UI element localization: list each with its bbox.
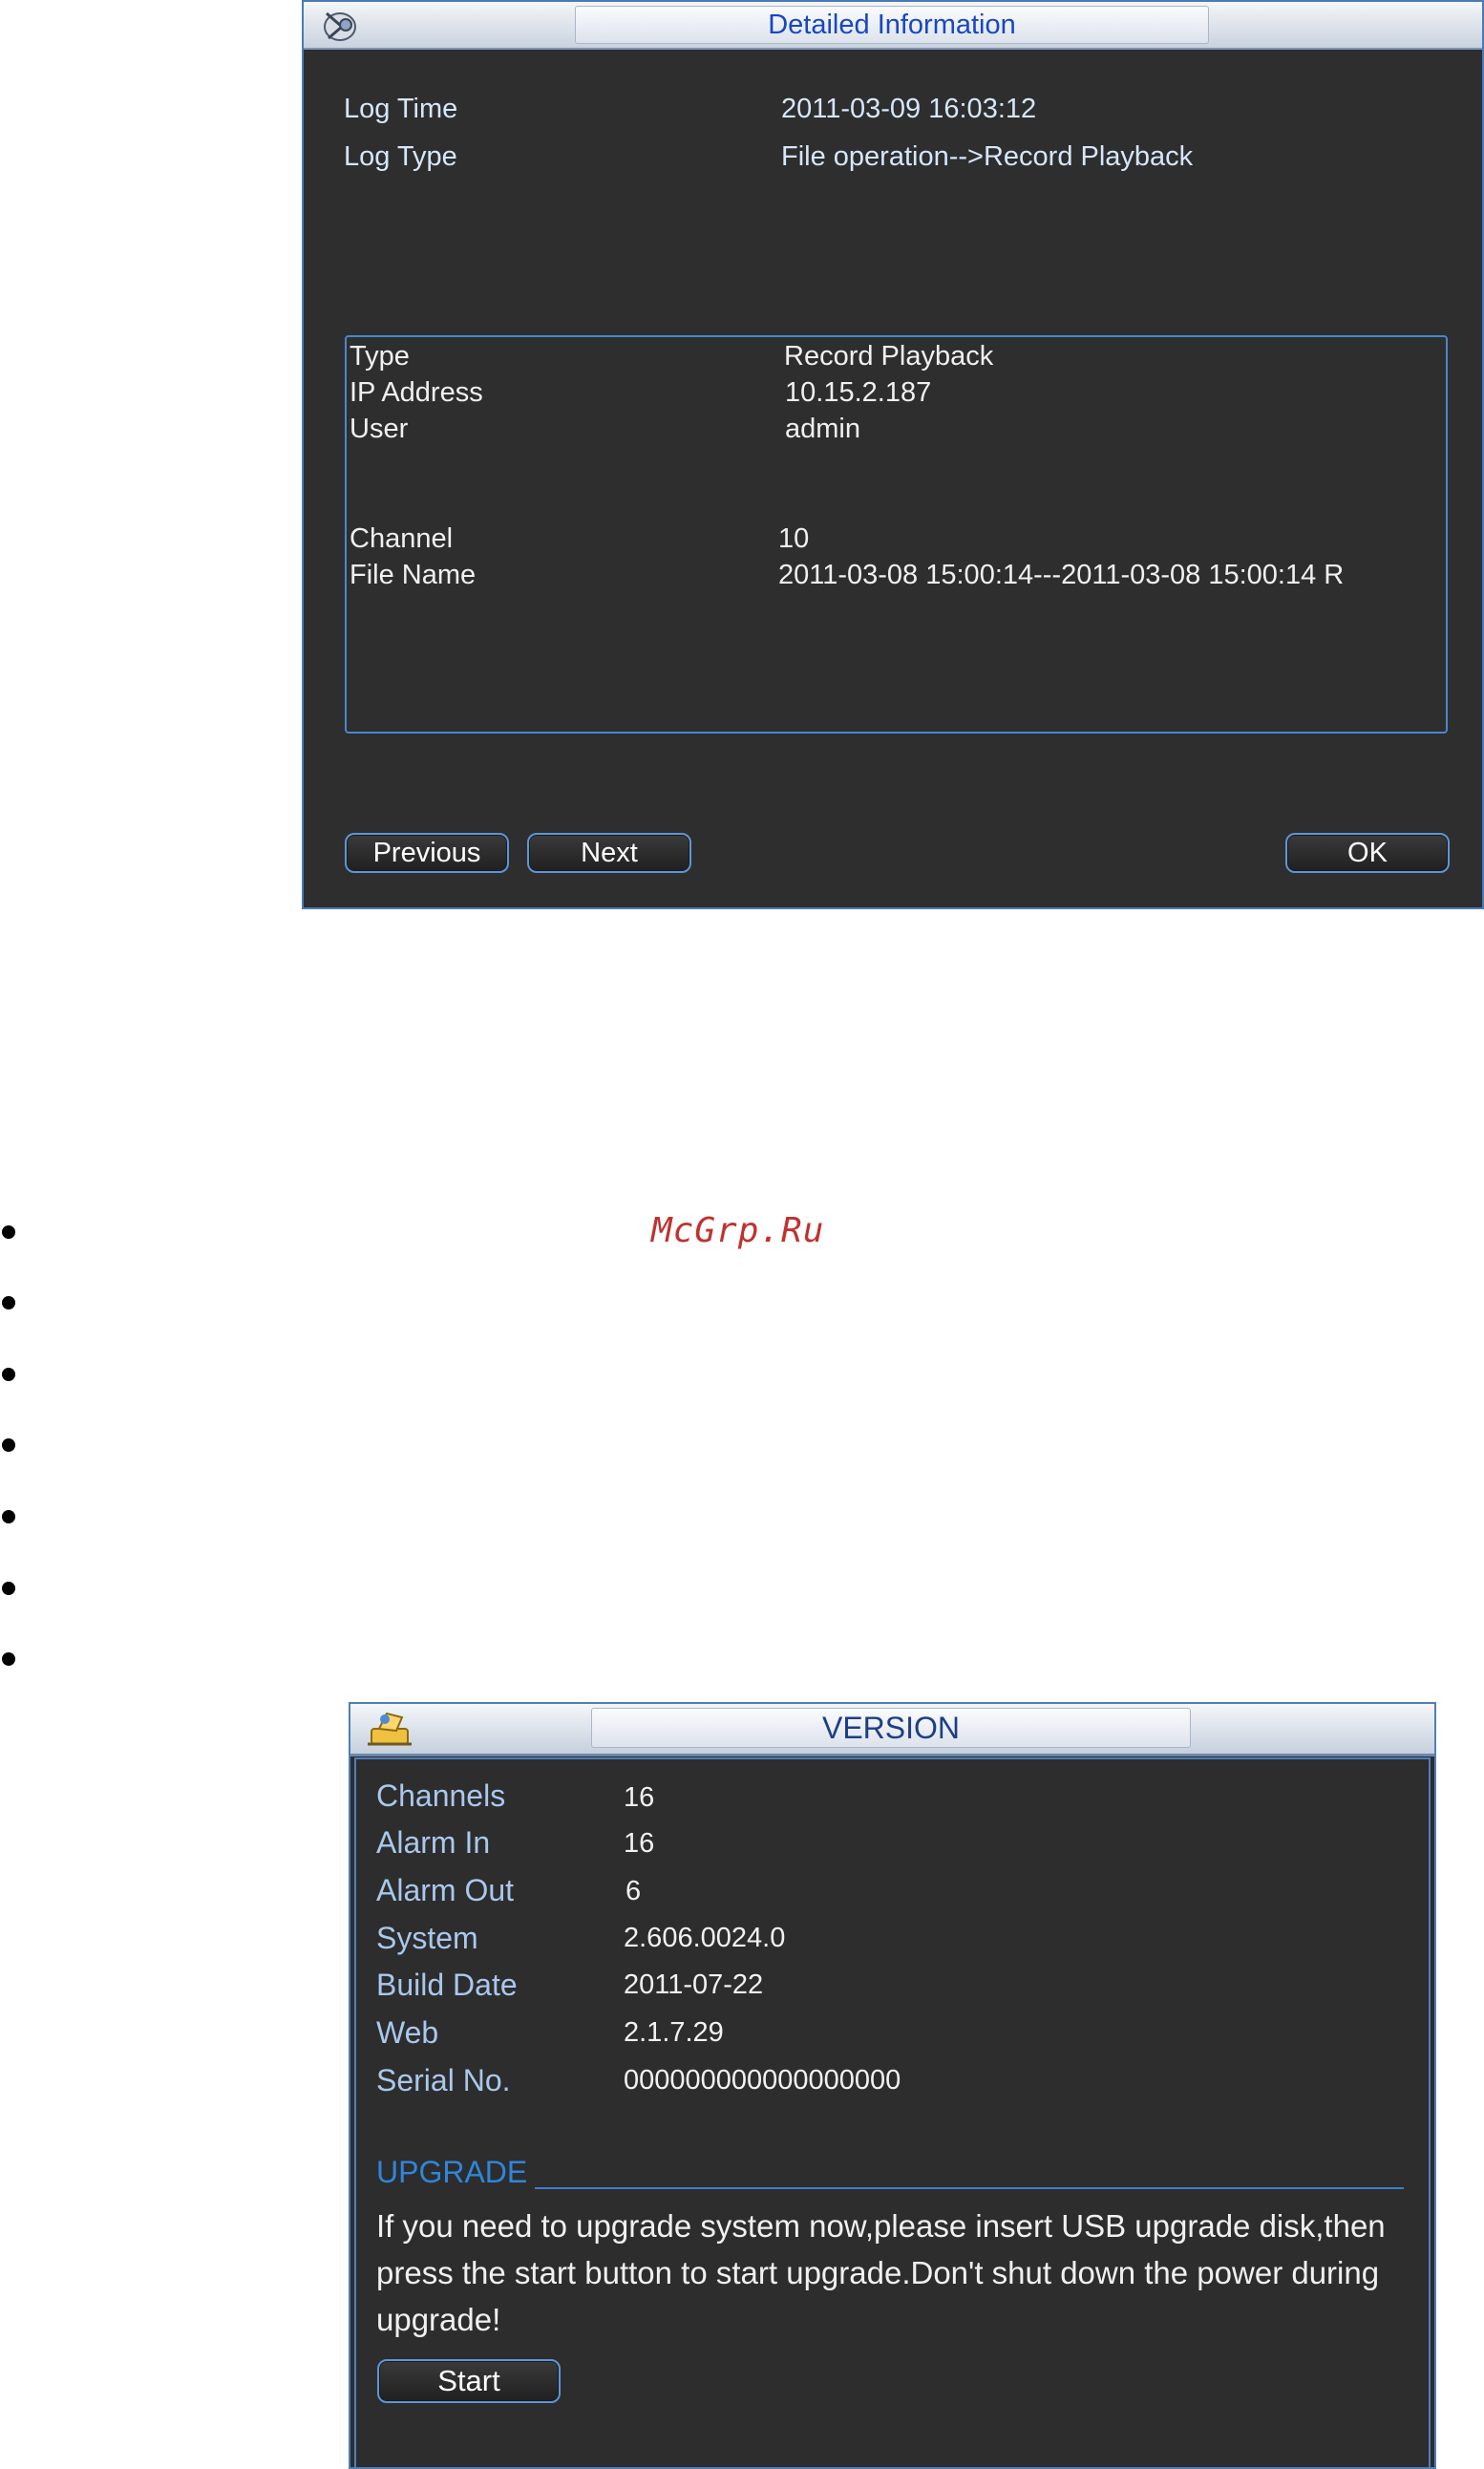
bullet-point	[2, 1510, 15, 1523]
channels-value: 16	[624, 1782, 655, 1813]
alarm-in-value: 16	[624, 1828, 655, 1859]
upgrade-instructions: If you need to upgrade system now,please…	[376, 2208, 1386, 2337]
file-name-label: File Name	[350, 560, 477, 590]
type-value: Record Playback	[784, 341, 994, 372]
file-name-value: 2011-03-08 15:00:14---2011-03-08 15:00:1…	[778, 560, 1345, 590]
bullet-point	[2, 1438, 15, 1452]
bullet-point	[2, 1296, 15, 1309]
log-type-label: Log Type	[344, 141, 457, 172]
bullet-point	[2, 1368, 15, 1381]
version-dialog: VERSION Channels 16 Alarm In 16 Alarm Ou…	[349, 1702, 1436, 2469]
build-date-label: Build Date	[376, 1968, 518, 2002]
next-button[interactable]: Next	[527, 833, 691, 873]
log-info-icon	[324, 11, 356, 41]
alarm-in-label: Alarm In	[376, 1825, 491, 1860]
start-upgrade-button[interactable]: Start	[377, 2359, 561, 2403]
alarm-out-value: 6	[625, 1876, 642, 1906]
dialog-title: VERSION	[591, 1708, 1191, 1748]
log-time-label: Log Time	[344, 94, 458, 124]
channel-label: Channel	[350, 523, 454, 554]
web-label: Web	[376, 2015, 439, 2050]
dialog-title-bar: Detailed Information	[304, 2, 1482, 50]
dialog-title-bar: VERSION	[350, 1704, 1434, 1756]
bullet-point	[2, 1652, 15, 1666]
version-info-icon	[368, 1712, 412, 1746]
log-type-value: File operation-->Record Playback	[781, 141, 1194, 172]
version-panel: Channels 16 Alarm In 16 Alarm Out 6 Syst…	[354, 1757, 1431, 2467]
bullet-point	[2, 1582, 15, 1595]
user-value: admin	[785, 414, 860, 444]
ip-address-label: IP Address	[350, 377, 483, 408]
type-label: Type	[350, 341, 410, 372]
ok-button[interactable]: OK	[1285, 833, 1450, 873]
system-label: System	[376, 1921, 478, 1955]
system-value: 2.606.0024.0	[624, 1923, 786, 1953]
detailed-information-dialog: Detailed Information Log Time 2011-03-09…	[302, 0, 1484, 909]
upgrade-section-title: UPGRADE	[376, 2155, 528, 2189]
log-details-panel: Type Record Playback IP Address 10.15.2.…	[345, 335, 1448, 734]
bullet-point	[2, 1225, 15, 1239]
web-value: 2.1.7.29	[624, 2017, 724, 2048]
ip-address-value: 10.15.2.187	[785, 377, 932, 408]
serial-number-label: Serial No.	[376, 2063, 511, 2097]
alarm-out-label: Alarm Out	[376, 1873, 515, 1907]
dialog-title: Detailed Information	[575, 6, 1209, 44]
channels-label: Channels	[376, 1778, 506, 1813]
user-label: User	[350, 414, 409, 444]
section-divider	[535, 2187, 1404, 2189]
channel-value: 10	[778, 523, 810, 554]
previous-button[interactable]: Previous	[345, 833, 509, 873]
build-date-value: 2011-07-22	[624, 1969, 764, 2000]
serial-number-value: 000000000000000000	[624, 2065, 901, 2096]
log-time-value: 2011-03-09 16:03:12	[781, 94, 1037, 124]
watermark-text: McGrp.Ru	[651, 1211, 825, 1250]
